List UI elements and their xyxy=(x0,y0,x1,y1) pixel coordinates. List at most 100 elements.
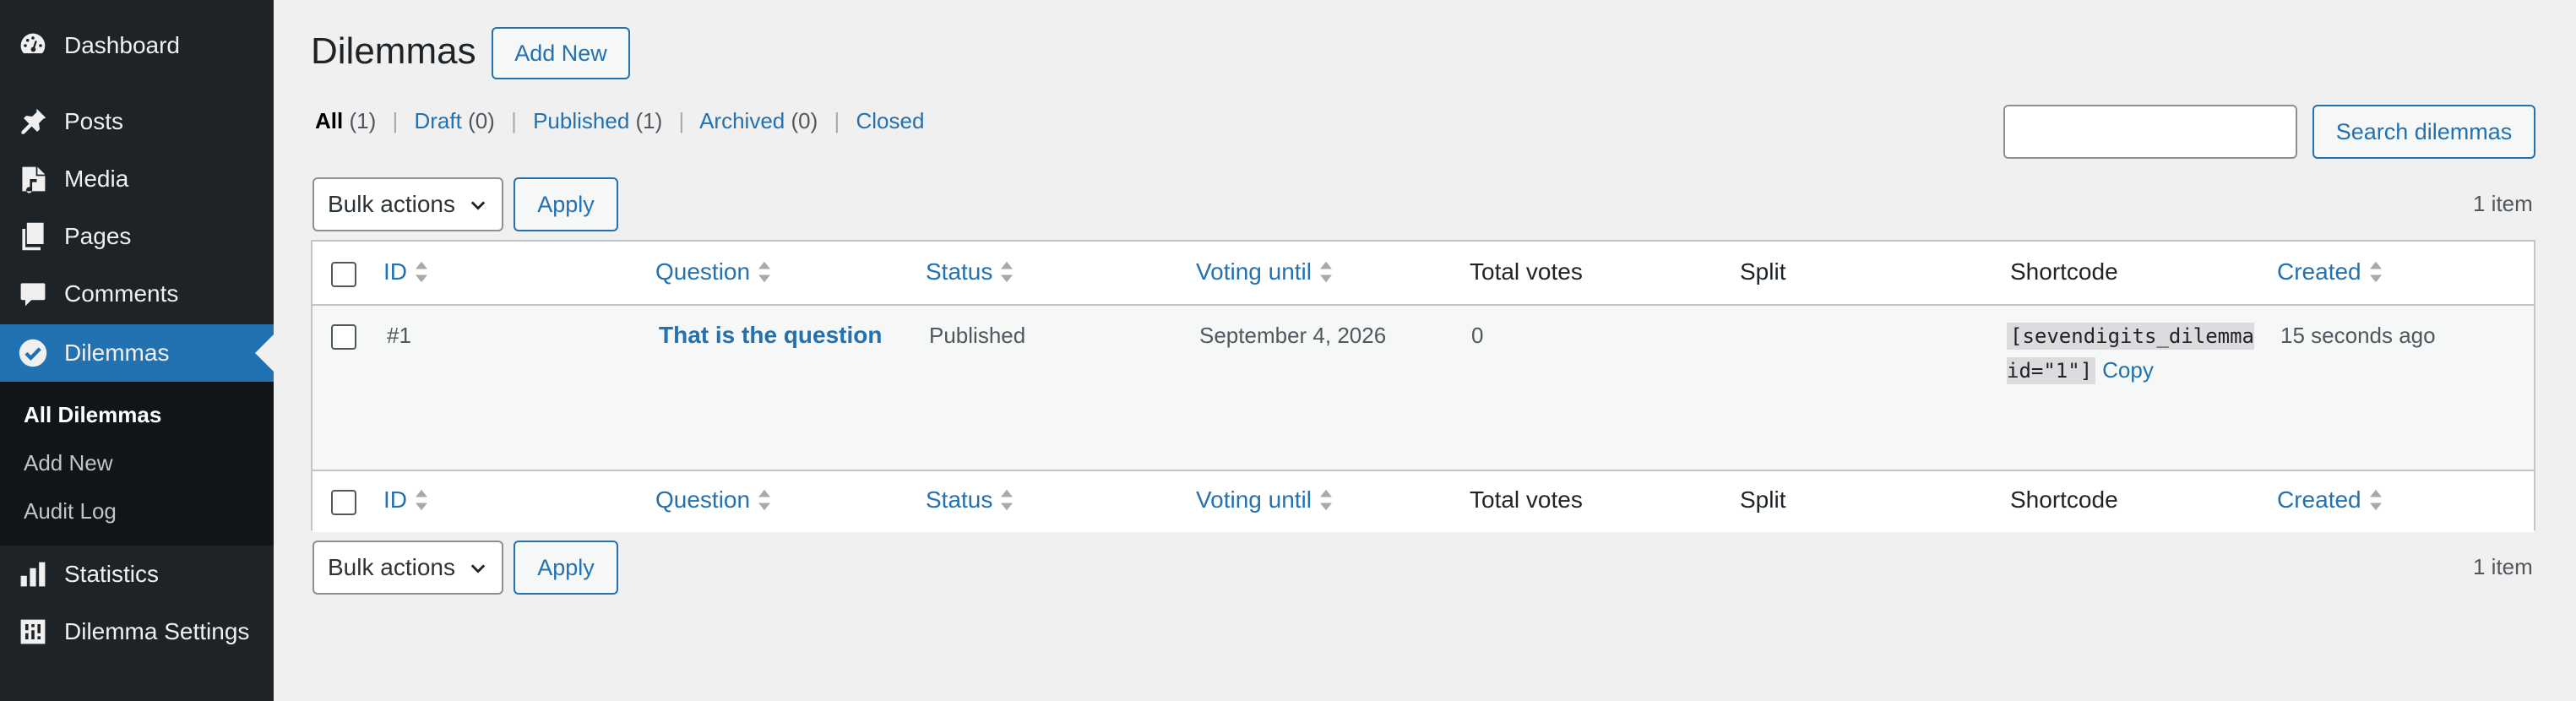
view-published-link[interactable]: Published xyxy=(533,108,629,133)
column-header-created[interactable]: Created xyxy=(2277,258,2383,285)
menu-item-media[interactable]: Media xyxy=(0,150,274,208)
table-row: #1 That is the question Published Septem… xyxy=(312,306,2534,470)
bulk-actions-select-bottom[interactable]: Bulk actions xyxy=(312,541,503,595)
menu-item-statistics[interactable]: Statistics xyxy=(0,546,274,603)
copy-shortcode-button[interactable]: Copy xyxy=(2102,357,2154,383)
column-label: Question xyxy=(655,258,751,285)
menu-item-posts[interactable]: Posts xyxy=(0,93,274,150)
menu-item-pages[interactable]: Pages xyxy=(0,208,274,265)
sort-icon xyxy=(1318,488,1334,512)
view-count: (1) xyxy=(635,108,663,133)
column-label: ID xyxy=(383,486,407,513)
question-title-link[interactable]: That is the question xyxy=(659,322,882,349)
table-footer: ID Question Status Voting until Total vo… xyxy=(312,470,2534,532)
cell-voting-until: September 4, 2026 xyxy=(1199,323,1387,348)
bulk-actions-value: Bulk actions xyxy=(328,191,455,217)
check-circle-icon xyxy=(17,337,49,369)
submenu-add-new[interactable]: Add New xyxy=(24,450,113,476)
select-all-checkbox[interactable] xyxy=(331,262,356,287)
cell-created: 15 seconds ago xyxy=(2280,323,2436,348)
column-footer-split: Split xyxy=(1740,486,1786,513)
menu-label: Statistics xyxy=(64,561,160,587)
apply-button-bottom[interactable]: Apply xyxy=(514,541,618,595)
column-header-split: Split xyxy=(1740,258,1786,285)
column-footer-question[interactable]: Question xyxy=(655,486,772,514)
select-all-checkbox-bottom[interactable] xyxy=(331,490,356,515)
column-header-id[interactable]: ID xyxy=(383,258,429,285)
column-header-total-votes: Total votes xyxy=(1470,258,1583,285)
view-archived-link[interactable]: Archived xyxy=(699,108,785,133)
bar-chart-icon xyxy=(17,558,49,590)
menu-label: Comments xyxy=(64,280,179,307)
menu-item-dashboard[interactable]: Dashboard xyxy=(0,17,274,74)
view-separator: | xyxy=(678,108,685,133)
cell-total-votes: 0 xyxy=(1471,323,1484,348)
column-footer-total-votes: Total votes xyxy=(1470,486,1583,513)
media-icon xyxy=(17,163,49,195)
column-footer-shortcode: Shortcode xyxy=(2010,486,2118,513)
cell-status: Published xyxy=(929,323,1026,348)
add-new-button[interactable]: Add New xyxy=(492,27,630,79)
sort-icon xyxy=(2368,488,2383,512)
column-label: Question xyxy=(655,486,751,513)
apply-button-top[interactable]: Apply xyxy=(514,177,618,231)
sort-icon xyxy=(999,260,1014,284)
menu-label: Dilemmas xyxy=(64,340,170,366)
chevron-down-icon xyxy=(468,557,488,578)
column-footer-created[interactable]: Created xyxy=(2277,486,2383,514)
column-header-question[interactable]: Question xyxy=(655,258,772,285)
sort-icon xyxy=(999,488,1014,512)
menu-label: Posts xyxy=(64,108,124,134)
comment-icon xyxy=(17,278,49,310)
menu-label: Dilemma Settings xyxy=(64,618,250,644)
sort-icon xyxy=(414,260,429,284)
submenu-all-dilemmas[interactable]: All Dilemmas xyxy=(24,402,161,428)
column-label: Voting until xyxy=(1196,486,1312,513)
view-all-link[interactable]: All xyxy=(315,108,343,133)
sort-icon xyxy=(2368,260,2383,284)
items-count-top: 1 item xyxy=(2473,191,2533,216)
column-header-voting-until[interactable]: Voting until xyxy=(1196,258,1334,285)
view-separator: | xyxy=(511,108,517,133)
view-count: (1) xyxy=(349,108,377,133)
cell-shortcode: [sevendigits_dilemma id="1"] Copy xyxy=(2007,319,2260,388)
admin-sidebar: Dashboard Posts Media Pages Comments Dil… xyxy=(0,0,274,701)
menu-label: Pages xyxy=(64,223,132,249)
view-count: (0) xyxy=(791,108,818,133)
page-title: Dilemmas xyxy=(311,30,476,72)
pin-icon xyxy=(17,106,49,138)
pages-icon xyxy=(17,220,49,253)
menu-item-dilemmas[interactable]: Dilemmas xyxy=(0,324,274,382)
bulk-actions-select-top[interactable]: Bulk actions xyxy=(312,177,503,231)
menu-item-comments[interactable]: Comments xyxy=(0,265,274,323)
chevron-down-icon xyxy=(468,194,488,215)
menu-item-dilemma-settings[interactable]: Dilemma Settings xyxy=(0,603,274,660)
column-label: ID xyxy=(383,258,407,285)
status-filter-links: All (1) | Draft (0) | Published (1) | Ar… xyxy=(315,108,924,134)
sort-icon xyxy=(1318,260,1334,284)
column-header-status[interactable]: Status xyxy=(926,258,1014,285)
column-footer-id[interactable]: ID xyxy=(383,486,429,514)
column-label: Status xyxy=(926,258,993,285)
sort-icon xyxy=(414,488,429,512)
column-label: Created xyxy=(2277,258,2361,285)
column-footer-status[interactable]: Status xyxy=(926,486,1014,514)
sort-icon xyxy=(757,260,772,284)
search-input[interactable] xyxy=(2003,105,2297,159)
dilemmas-table: ID Question Status Voting until Total vo… xyxy=(311,240,2535,532)
column-label: Created xyxy=(2277,486,2361,513)
column-footer-voting-until[interactable]: Voting until xyxy=(1196,486,1334,514)
search-dilemmas-button[interactable]: Search dilemmas xyxy=(2312,105,2535,159)
column-label: Voting until xyxy=(1196,258,1312,285)
column-label: Status xyxy=(926,486,993,513)
row-checkbox[interactable] xyxy=(331,324,356,350)
view-separator: | xyxy=(834,108,840,133)
bulk-actions-value: Bulk actions xyxy=(328,554,455,580)
view-draft-link[interactable]: Draft xyxy=(414,108,461,133)
items-count-bottom: 1 item xyxy=(2473,554,2533,579)
menu-label: Dashboard xyxy=(64,32,180,58)
submenu-audit-log[interactable]: Audit Log xyxy=(24,498,117,524)
table-header: ID Question Status Voting until Total vo… xyxy=(312,242,2534,306)
view-closed-link[interactable]: Closed xyxy=(856,108,925,133)
menu-label: Media xyxy=(64,166,129,192)
